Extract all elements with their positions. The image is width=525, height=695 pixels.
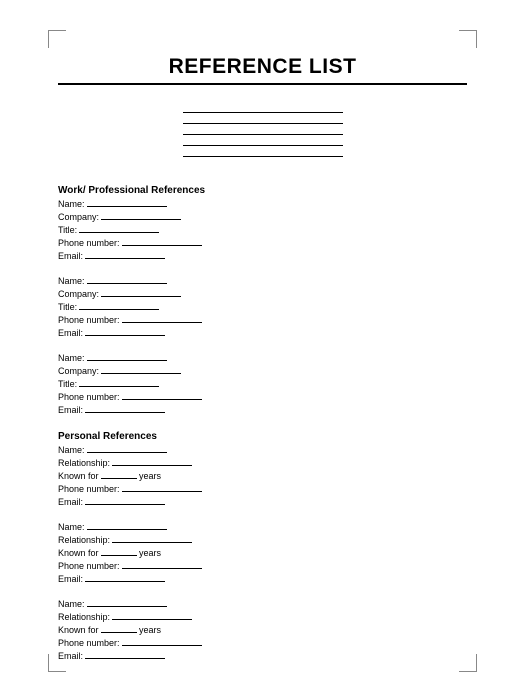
crop-mark-tl (48, 30, 66, 48)
crop-mark-bl (48, 654, 66, 672)
blank-line (183, 125, 343, 135)
field-name: Name: (58, 598, 467, 611)
blank-underline (101, 470, 137, 479)
field-email: Email: (58, 573, 467, 586)
field-phone: Phone number: (58, 237, 467, 250)
blank-underline (122, 483, 202, 492)
work-section-heading: Work/ Professional References (58, 185, 467, 196)
blank-underline (79, 301, 159, 310)
blank-underline (101, 624, 137, 633)
blank-underline (112, 534, 192, 543)
field-title: Title: (58, 378, 467, 391)
field-relationship: Relationship: (58, 534, 467, 547)
field-name: Name: (58, 275, 467, 288)
field-phone: Phone number: (58, 391, 467, 404)
field-known-for: Known for years (58, 624, 467, 637)
blank-underline (101, 365, 181, 374)
field-relationship: Relationship: (58, 457, 467, 470)
blank-underline (87, 198, 167, 207)
blank-line (183, 114, 343, 124)
header-blank-lines (183, 103, 343, 157)
blank-underline (85, 404, 165, 413)
field-email: Email: (58, 404, 467, 417)
blank-underline (85, 250, 165, 259)
blank-underline (79, 378, 159, 387)
blank-underline (122, 560, 202, 569)
blank-underline (87, 444, 167, 453)
field-phone: Phone number: (58, 314, 467, 327)
personal-reference-entry: Name: Relationship: Known for years Phon… (58, 598, 467, 663)
page-title: REFERENCE LIST (58, 55, 467, 85)
blank-underline (122, 391, 202, 400)
field-phone: Phone number: (58, 560, 467, 573)
work-reference-entry: Name: Company: Title: Phone number: Emai… (58, 275, 467, 340)
personal-reference-entry: Name: Relationship: Known for years Phon… (58, 521, 467, 586)
blank-underline (85, 496, 165, 505)
blank-line (183, 147, 343, 157)
field-name: Name: (58, 444, 467, 457)
field-name: Name: (58, 521, 467, 534)
field-known-for: Known for years (58, 470, 467, 483)
blank-underline (87, 521, 167, 530)
field-email: Email: (58, 496, 467, 509)
blank-underline (122, 637, 202, 646)
blank-underline (85, 327, 165, 336)
blank-underline (87, 598, 167, 607)
field-phone: Phone number: (58, 637, 467, 650)
crop-mark-tr (459, 30, 477, 48)
field-company: Company: (58, 211, 467, 224)
blank-underline (87, 275, 167, 284)
field-name: Name: (58, 352, 467, 365)
field-title: Title: (58, 301, 467, 314)
blank-underline (79, 224, 159, 233)
blank-underline (101, 288, 181, 297)
personal-section-heading: Personal References (58, 431, 467, 442)
field-email: Email: (58, 650, 467, 663)
blank-underline (85, 573, 165, 582)
blank-underline (112, 457, 192, 466)
field-relationship: Relationship: (58, 611, 467, 624)
field-known-for: Known for years (58, 547, 467, 560)
blank-underline (122, 237, 202, 246)
field-company: Company: (58, 365, 467, 378)
blank-line (183, 136, 343, 146)
blank-underline (112, 611, 192, 620)
page: REFERENCE LIST Work/ Professional Refere… (0, 0, 525, 695)
blank-underline (122, 314, 202, 323)
field-phone: Phone number: (58, 483, 467, 496)
blank-underline (87, 352, 167, 361)
field-title: Title: (58, 224, 467, 237)
blank-underline (85, 650, 165, 659)
blank-underline (101, 211, 181, 220)
personal-reference-entry: Name: Relationship: Known for years Phon… (58, 444, 467, 509)
field-name: Name: (58, 198, 467, 211)
field-email: Email: (58, 250, 467, 263)
field-company: Company: (58, 288, 467, 301)
crop-mark-br (459, 654, 477, 672)
blank-line (183, 103, 343, 113)
field-email: Email: (58, 327, 467, 340)
work-reference-entry: Name: Company: Title: Phone number: Emai… (58, 198, 467, 263)
work-reference-entry: Name: Company: Title: Phone number: Emai… (58, 352, 467, 417)
blank-underline (101, 547, 137, 556)
